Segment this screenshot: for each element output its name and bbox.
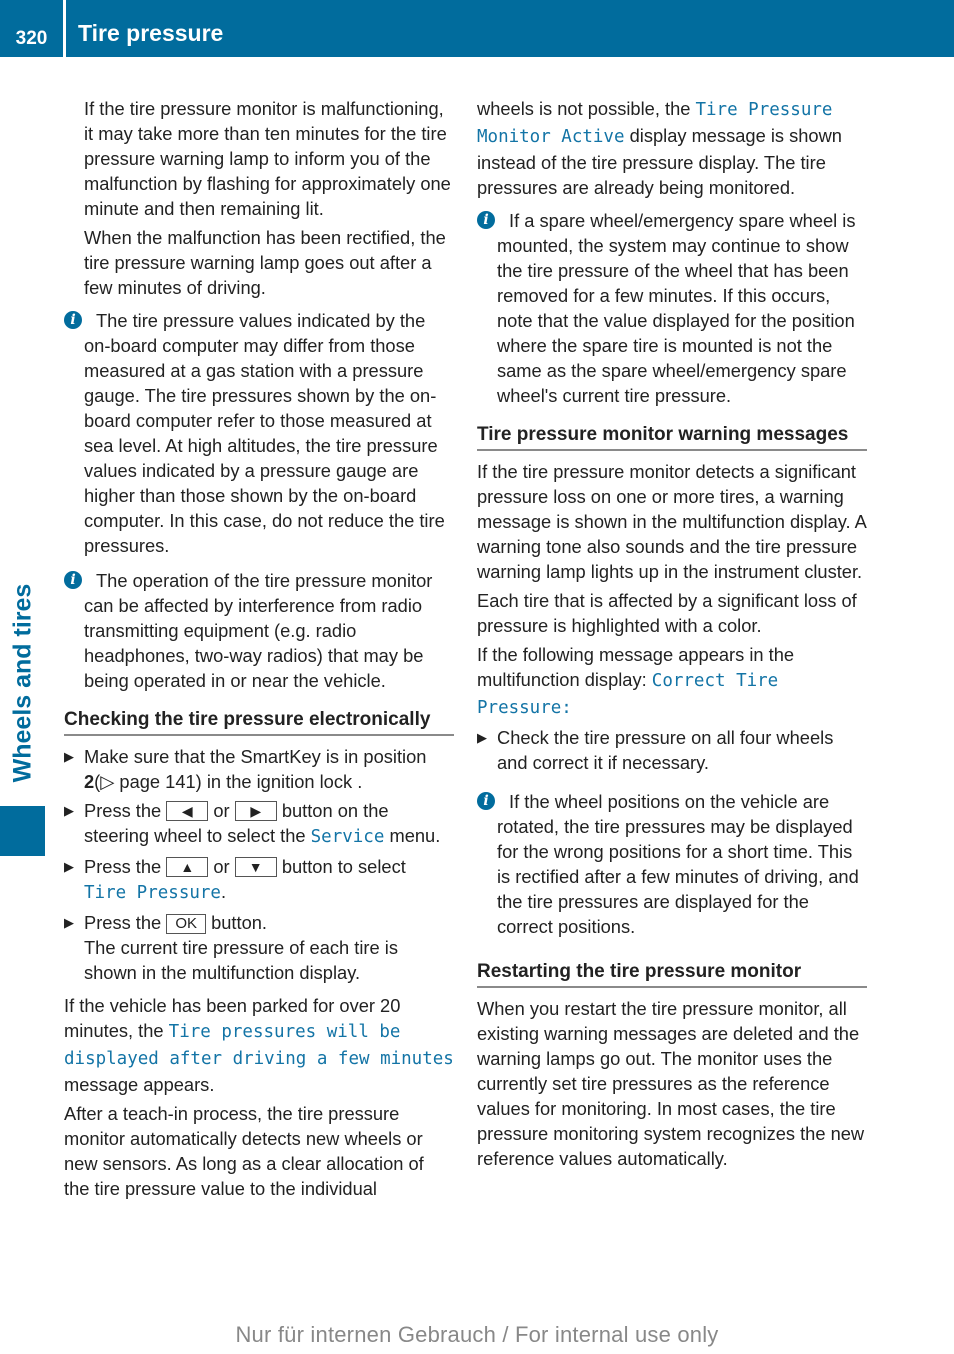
- paragraph: If the vehicle has been parked for over …: [64, 995, 454, 1095]
- page-number: 320: [15, 28, 48, 49]
- page-reference[interactable]: (▷ page 141) in the ignition lock .: [94, 771, 362, 792]
- section-heading: Restarting the tire pressure monitor: [477, 959, 867, 988]
- info-icon: i: [64, 311, 82, 329]
- step-result: The current tire pressure of each tire i…: [84, 937, 398, 983]
- step-bullet-icon: ▶: [64, 915, 74, 930]
- info-note: i If the wheel positions on the vehicle …: [477, 789, 867, 939]
- paragraph: When you restart the tire pressure monit…: [477, 998, 865, 1169]
- info-text: The tire pressure values indicated by th…: [84, 310, 445, 556]
- paragraph: If the following message appears in the …: [477, 644, 795, 718]
- side-tab-marker: [0, 806, 45, 856]
- info-icon: i: [477, 792, 495, 810]
- right-arrow-button-icon: ▶: [234, 801, 277, 821]
- paragraph: When the malfunction has been rectified,…: [84, 227, 446, 298]
- left-arrow-button-icon: ◀: [166, 801, 209, 821]
- step-bullet-icon: ▶: [477, 730, 487, 745]
- info-icon: i: [64, 571, 82, 589]
- down-arrow-button-icon: ▼: [234, 857, 277, 877]
- paragraph: Each tire that is affected by a signific…: [477, 590, 857, 636]
- display-text: Service: [310, 827, 385, 847]
- info-icon: i: [477, 211, 495, 229]
- display-text: Tire Pressure: [84, 883, 221, 903]
- info-text: If a spare wheel/emergency spare wheel i…: [497, 210, 856, 406]
- step-item: ▶ Check the tire pressure on all four wh…: [477, 727, 834, 773]
- ok-button-icon: OK: [166, 914, 206, 934]
- info-note: i The operation of the tire pressure mon…: [64, 568, 454, 693]
- paragraph: If the tire pressure monitor is malfunct…: [84, 98, 451, 219]
- page-header: 320 Tire pressure: [0, 0, 954, 57]
- section-heading: Checking the tire pressure electronicall…: [64, 707, 454, 736]
- right-column: wheels is not possible, the Tire Pressur…: [477, 96, 867, 1175]
- paragraph: If the tire pressure monitor detects a s…: [477, 461, 866, 582]
- paragraph: wheels is not possible, the Tire Pressur…: [477, 98, 842, 198]
- info-note: i The tire pressure values indicated by …: [64, 308, 454, 558]
- step-bullet-icon: ▶: [64, 749, 74, 764]
- info-text: The operation of the tire pressure monit…: [84, 570, 433, 691]
- paragraph: After a teach-in process, the tire press…: [64, 1103, 424, 1199]
- step-item: ▶ Press the ◀ or ▶ button on the steerin…: [64, 800, 441, 847]
- info-text: If the wheel positions on the vehicle ar…: [497, 791, 859, 937]
- left-column: If the tire pressure monitor is malfunct…: [64, 96, 454, 1205]
- step-bullet-icon: ▶: [64, 803, 74, 818]
- side-tab-label: Wheels and tires: [8, 583, 36, 782]
- step-item: ▶ Press the OK button. The current tire …: [64, 912, 398, 983]
- section-heading: Tire pressure monitor warning messages: [477, 422, 867, 451]
- step-bullet-icon: ▶: [64, 859, 74, 874]
- up-arrow-button-icon: ▲: [166, 857, 209, 877]
- step-item: ▶ Press the ▲ or ▼ button to select Tire…: [64, 856, 406, 903]
- side-tab: Wheels and tires: [0, 570, 45, 795]
- watermark: Nur für internen Gebrauch / For internal…: [235, 1322, 719, 1347]
- info-note: i If a spare wheel/emergency spare wheel…: [477, 208, 867, 408]
- step-item: ▶ Make sure that the SmartKey is in posi…: [64, 746, 427, 792]
- header-divider: [63, 0, 66, 57]
- page-title: Tire pressure: [78, 20, 224, 46]
